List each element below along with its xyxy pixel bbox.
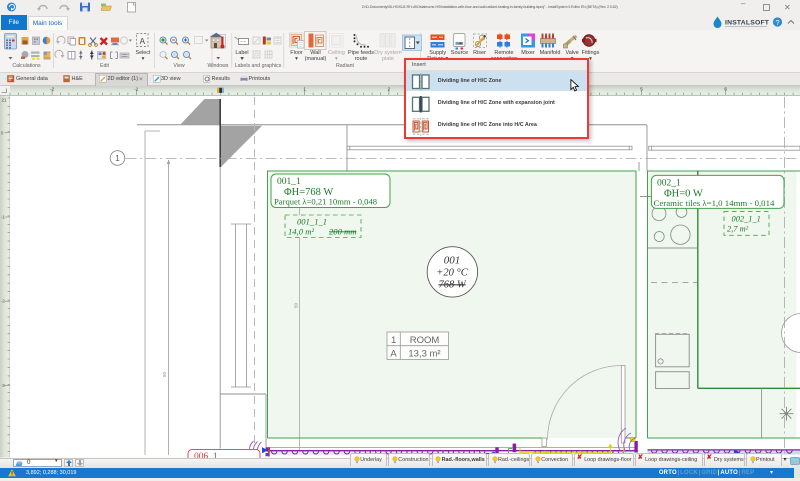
svg-text:14,0 m²: 14,0 m² [288,227,314,237]
svg-text:200 mm: 200 mm [329,227,356,237]
svg-text:2: 2 [388,87,391,92]
svg-text:A: A [140,37,146,46]
svg-text:A: A [390,349,397,360]
svg-text:Parquet λ=0,21 10mm - 0,048: Parquet λ=0,21 10mm - 0,048 [274,197,377,207]
svg-text:1: 1 [115,154,120,163]
svg-text:5: 5 [640,87,643,92]
svg-text:001: 001 [444,255,461,267]
svg-text:?: ? [775,18,779,27]
svg-text:ROOM: ROOM [410,335,440,346]
svg-text:+20 °C: +20 °C [436,268,468,279]
svg-text:21: 21 [2,98,8,103]
svg-text:Ceramic tiles λ=1,0 14mm - 0,0: Ceramic tiles λ=1,0 14mm - 0,014 [654,198,775,208]
svg-text:13,3 m²: 13,3 m² [408,349,440,360]
svg-text:6: 6 [724,87,727,92]
svg-text:2,7 m²: 2,7 m² [727,225,749,234]
svg-text:001_1: 001_1 [277,177,301,187]
svg-text:768 W: 768 W [438,280,466,291]
svg-text:-1: -1 [134,87,139,92]
svg-text:50: 50 [162,371,167,377]
svg-text:002_1: 002_1 [657,179,681,189]
svg-text:001_1_1: 001_1_1 [297,217,327,227]
svg-text:002_1_1: 002_1_1 [732,215,761,224]
svg-text:1: 1 [303,87,306,92]
svg-text:1: 1 [391,335,396,346]
svg-text:50: 50 [294,302,299,308]
svg-text:INSTALSOFT: INSTALSOFT [725,20,770,27]
svg-text:-2: -2 [50,87,55,92]
